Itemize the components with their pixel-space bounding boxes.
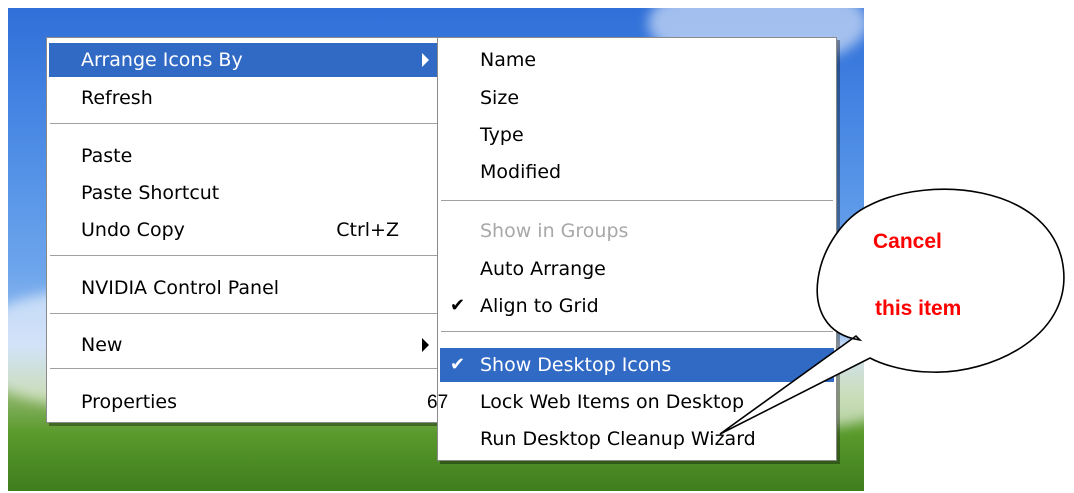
submenu-item-lock-web-items[interactable]: Lock Web Items on Desktop: [440, 385, 834, 419]
callout-line-2: this item: [875, 297, 962, 320]
menu-item-paste-shortcut[interactable]: Paste Shortcut: [49, 176, 441, 210]
menu-separator: [50, 368, 440, 370]
menu-separator: [50, 255, 440, 257]
desktop-context-menu: Arrange Icons By Refresh Paste Paste Sho…: [46, 37, 444, 423]
menu-item-arrange-icons-by[interactable]: Arrange Icons By: [49, 43, 441, 77]
menu-item-label: Paste: [81, 145, 133, 167]
menu-item-label: Size: [480, 87, 520, 109]
menu-item-label: Auto Arrange: [480, 258, 606, 280]
checkmark-icon: ✔: [450, 354, 466, 375]
menu-item-label: Properties: [81, 391, 178, 413]
submenu-arrow-icon: [422, 53, 429, 67]
menu-item-properties[interactable]: Properties: [49, 385, 441, 419]
menu-item-label: Name: [480, 49, 537, 71]
menu-item-label: Modified: [480, 161, 562, 183]
menu-item-new[interactable]: New: [49, 328, 441, 362]
menu-item-label: Type: [480, 124, 524, 146]
callout-line-1: Cancel: [873, 230, 942, 253]
submenu-item-name[interactable]: Name: [440, 43, 834, 77]
menu-item-undo-copy[interactable]: Undo Copy Ctrl+Z: [49, 213, 441, 247]
submenu-item-type[interactable]: Type: [440, 118, 834, 152]
menu-item-label: Lock Web Items on Desktop: [480, 391, 745, 413]
menu-item-label: Refresh: [81, 87, 153, 109]
menu-item-label: NVIDIA Control Panel: [81, 277, 280, 299]
menu-item-shortcut: Ctrl+Z: [336, 219, 399, 241]
menu-item-label: Show in Groups: [480, 220, 629, 242]
menu-item-label: Run Desktop Cleanup Wizard: [480, 428, 756, 450]
menu-item-label: Paste Shortcut: [81, 182, 220, 204]
menu-separator: [441, 200, 833, 202]
submenu-item-run-cleanup-wizard[interactable]: Run Desktop Cleanup Wizard: [440, 422, 834, 456]
menu-item-paste[interactable]: Paste: [49, 139, 441, 173]
menu-item-label: New: [81, 334, 123, 356]
arrange-icons-submenu: Name Size Type Modified Show in Groups A…: [437, 37, 837, 461]
submenu-item-auto-arrange[interactable]: Auto Arrange: [440, 252, 834, 286]
menu-separator: [441, 331, 833, 333]
submenu-item-size[interactable]: Size: [440, 81, 834, 115]
menu-item-label: Show Desktop Icons: [480, 354, 672, 376]
menu-separator: [50, 123, 440, 125]
submenu-item-show-in-groups: Show in Groups: [440, 214, 834, 248]
submenu-item-show-desktop-icons[interactable]: ✔ Show Desktop Icons: [440, 348, 834, 382]
menu-item-label: Undo Copy: [81, 219, 185, 241]
checkmark-icon: ✔: [450, 295, 466, 316]
menu-item-nvidia-control-panel[interactable]: NVIDIA Control Panel: [49, 271, 441, 305]
menu-item-label: Arrange Icons By: [81, 49, 243, 71]
submenu-item-align-to-grid[interactable]: ✔ Align to Grid: [440, 289, 834, 323]
submenu-arrow-icon: [422, 338, 429, 352]
menu-separator: [50, 313, 440, 315]
page-number: 67: [427, 392, 449, 413]
menu-item-label: Align to Grid: [480, 295, 599, 317]
menu-item-refresh[interactable]: Refresh: [49, 81, 441, 115]
submenu-item-modified[interactable]: Modified: [440, 155, 834, 189]
